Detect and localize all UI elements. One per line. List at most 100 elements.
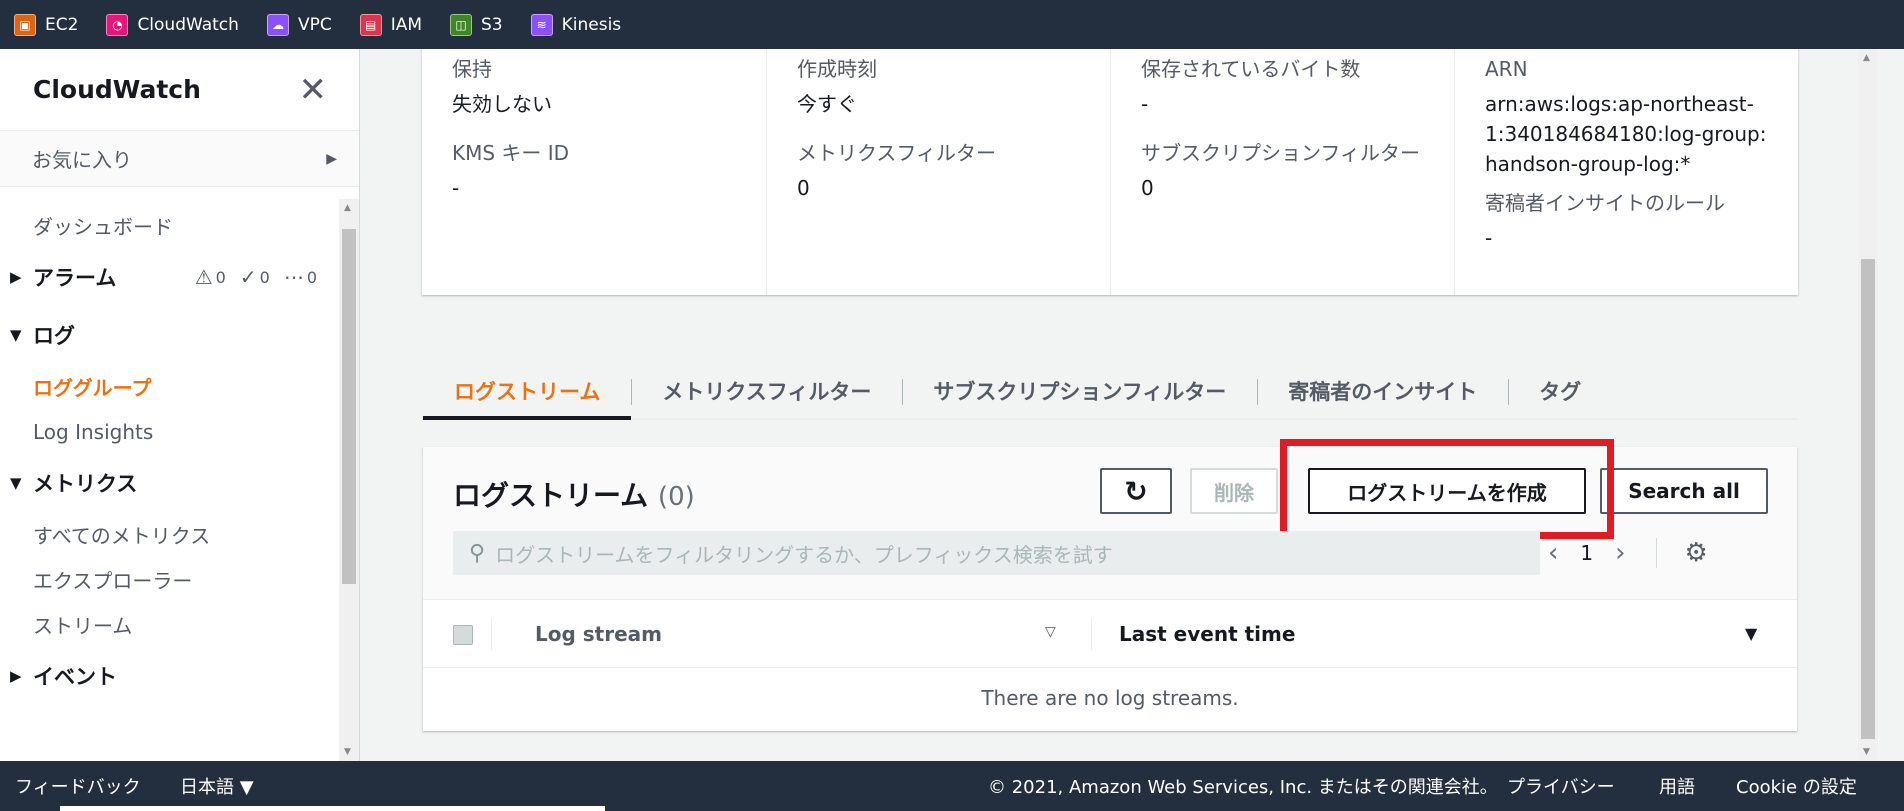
sort-desc-icon[interactable]: ▼ [1745,624,1757,643]
ec2-icon: ▣ [14,13,36,36]
refresh-icon: ↻ [1124,474,1148,508]
insufficient-state-count: ⋯ 0 [283,265,317,289]
details-column: 保持 失効しない KMS キー ID - [422,49,766,295]
select-all-checkbox[interactable] [453,625,473,645]
cookie-settings-link[interactable]: Cookie の設定 [1736,773,1857,799]
sidebar-scroll-thumb[interactable] [342,229,356,584]
details-column: 作成時刻 今すぐ メトリクスフィルター 0 [766,49,1110,295]
caret-down-icon: ▼ [10,326,22,344]
created-value: 今すぐ [797,92,857,116]
gear-icon[interactable]: ⚙ [1685,538,1708,568]
close-icon[interactable]: ✕ [299,73,328,107]
search-input[interactable]: ⚲ ログストリームをフィルタリングするか、プレフィックス検索を試す [453,531,1540,575]
sidebar-section-metrics[interactable]: ▼ メトリクス [0,454,359,512]
sidebar-item-log-groups[interactable]: ロググループ [0,364,359,409]
s3-icon: ◫ [450,13,473,36]
column-last-event-time[interactable]: Last event time [1119,622,1295,646]
main-content: 保持 失効しない KMS キー ID - 作成時刻 今すぐ メトリクスフィルター… [360,49,1870,761]
subscription-filters-label: サブスクリプションフィルター [1141,141,1420,165]
service-s3[interactable]: ◫ S3 [450,13,503,36]
caret-right-icon: ▶ [10,268,22,286]
page-number[interactable]: 1 [1580,541,1593,565]
sidebar-item-dashboard[interactable]: ダッシュボード [0,203,359,248]
tab-log-streams[interactable]: ログストリーム [423,364,632,420]
divider [1655,538,1657,568]
stream-count: (0) [657,482,695,512]
sidebar-favorites[interactable]: お気に入り ▶ [0,131,359,187]
service-cloudwatch[interactable]: ◔ CloudWatch [106,13,239,36]
details-column: 保存されているバイト数 - サブスクリプションフィルター 0 [1110,49,1454,295]
search-icon: ⚲ [469,540,486,566]
create-log-stream-button[interactable]: ログストリームを作成 [1308,468,1586,514]
sidebar-header: CloudWatch ✕ [0,49,359,131]
vpc-icon: ☁ [266,13,289,36]
search-placeholder: ログストリームをフィルタリングするか、プレフィックス検索を試す [495,542,1113,567]
tab-contributor-insights[interactable]: 寄稿者のインサイト [1257,364,1508,418]
caret-down-icon: ▼ [10,474,22,492]
kms-value: - [452,176,460,200]
copyright-text: © 2021, Amazon Web Services, Inc. またはその関… [988,777,1498,798]
arn-label: ARN [1485,57,1528,81]
column-log-stream[interactable]: Log stream [535,622,662,646]
sort-icon[interactable]: ▽ [1045,624,1056,640]
service-kinesis[interactable]: ≋ Kinesis [530,13,621,36]
warning-icon: ⚠ [194,265,213,289]
alarm-state-count: ⚠ 0 [194,265,226,289]
cloudwatch-icon: ◔ [106,13,129,36]
feedback-link[interactable]: フィードバック [15,773,141,799]
alarm-counts: ⚠ 0 ✓ 0 ⋯ 0 [195,265,317,289]
kms-label: KMS キー ID [452,141,570,165]
contributor-rules-value: - [1485,226,1493,250]
tab-tags[interactable]: タグ [1508,364,1612,418]
main-scrollbar[interactable]: ▲ ▼ [1858,49,1878,761]
panel-title: ログストリーム (0) [453,479,695,512]
log-group-details: 保持 失効しない KMS キー ID - 作成時刻 今すぐ メトリクスフィルター… [422,49,1798,295]
empty-state-message: There are no log streams. [981,686,1239,710]
delete-button[interactable]: 削除 [1190,468,1278,514]
arn-value: arn:aws:logs:ap-northeast-1:340184684180… [1485,92,1767,176]
scroll-down-icon[interactable]: ▼ [1863,747,1870,757]
ok-state-count: ✓ 0 [239,265,270,289]
scroll-up-icon[interactable]: ▲ [344,203,351,213]
created-label: 作成時刻 [797,57,877,81]
chevron-right-icon[interactable]: › [1615,538,1625,568]
sidebar-section-alarms[interactable]: ▶ アラーム ⚠ 0 ✓ 0 ⋯ 0 [0,248,359,306]
sidebar-scrollbar[interactable]: ▲ ▼ [339,199,359,761]
sidebar-section-logs[interactable]: ▼ ログ [0,306,359,364]
contributor-rules-label: 寄稿者インサイトのルール [1485,191,1725,215]
retention-label: 保持 [452,57,492,81]
terms-link[interactable]: 用語 [1659,773,1695,799]
footer: フィードバック 日本語 ▼ © 2021, Amazon Web Service… [0,761,1904,811]
sidebar-item-explorer[interactable]: エクスプローラー [0,557,359,602]
sidebar-item-streams[interactable]: ストリーム [0,602,359,647]
chevron-left-icon[interactable]: ‹ [1548,538,1558,568]
sidebar-item-all-metrics[interactable]: すべてのメトリクス [0,512,359,557]
kinesis-icon: ≋ [530,13,553,36]
tab-bar: ログストリーム メトリクスフィルター サブスクリプションフィルター 寄稿者のイン… [423,364,1797,420]
tab-subscription-filters[interactable]: サブスクリプションフィルター [902,364,1257,418]
service-ec2[interactable]: ▣ EC2 [14,13,78,36]
sidebar-section-events[interactable]: ▶ イベント [0,647,359,705]
service-iam[interactable]: ▤ IAM [359,13,422,36]
search-all-button[interactable]: Search all [1600,468,1768,514]
caret-right-icon: ▶ [10,667,22,685]
table-header: Log stream ▽ Last event time ▼ [423,600,1797,668]
subscription-filters-value: 0 [1141,176,1154,200]
service-vpc[interactable]: ☁ VPC [266,13,332,36]
privacy-link[interactable]: プライバシー [1507,773,1615,799]
metric-filters-label: メトリクスフィルター [797,141,996,165]
pagination: ‹ 1 › ⚙ [1548,531,1708,575]
refresh-button[interactable]: ↻ [1100,468,1172,514]
main-scroll-thumb[interactable] [1861,259,1875,739]
check-circle-icon: ✓ [239,265,257,289]
ellipsis-circle-icon: ⋯ [283,265,304,289]
retention-value: 失効しない [452,92,552,116]
scroll-up-icon[interactable]: ▲ [1863,53,1870,63]
sidebar-nav: ダッシュボード ▶ アラーム ⚠ 0 ✓ 0 ⋯ 0 ▼ ログ ロググループ Log … [0,187,359,705]
stored-bytes-value: - [1141,92,1149,116]
tab-metric-filters[interactable]: メトリクスフィルター [631,364,902,418]
sidebar-item-log-insights[interactable]: Log Insights [0,409,359,454]
details-column: ARN arn:aws:logs:ap-northeast-1:34018468… [1454,49,1798,295]
scroll-down-icon[interactable]: ▼ [344,747,351,757]
language-selector[interactable]: 日本語 ▼ [180,773,254,799]
